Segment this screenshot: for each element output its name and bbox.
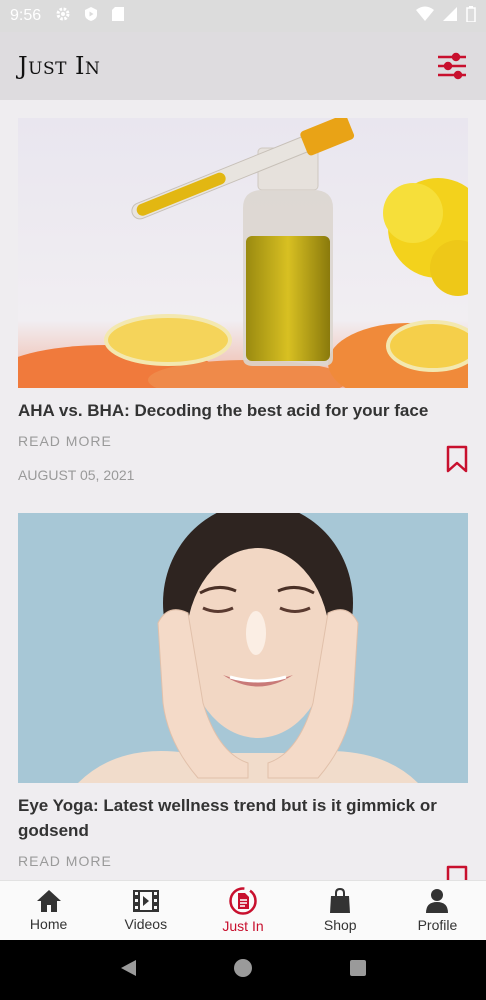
back-triangle-icon [120,959,136,976]
home-button[interactable] [233,958,253,983]
article-title[interactable]: AHA vs. BHA: Decoding the best acid for … [18,398,468,423]
home-circle-icon [233,958,252,977]
sd-card-icon [111,6,125,27]
status-bar: 9:56 [0,0,486,32]
app-bar: Just In [0,32,486,100]
nav-label: Videos [124,916,168,932]
nav-label: Shop [323,917,357,933]
person-icon [426,889,449,913]
battery-icon [466,5,476,27]
page-title: Just In [18,52,101,80]
document-icon [229,887,257,915]
nav-label: Just In [222,918,264,934]
nav-label: Profile [417,917,458,933]
article-title[interactable]: Eye Yoga: Latest wellness trend but is i… [18,793,468,843]
nav-item-home[interactable]: Home [0,881,97,940]
article-image[interactable] [18,513,468,783]
read-more-link[interactable]: READ MORE [18,433,468,449]
bookmark-icon [446,865,468,880]
video-icon [132,890,159,912]
bottom-navigation: Home Videos Just In Shop Profile [0,880,486,940]
play-protect-icon [83,6,99,27]
filter-button[interactable] [436,51,468,81]
home-icon [36,890,61,912]
nav-item-just-in[interactable]: Just In [194,881,291,940]
nav-item-shop[interactable]: Shop [292,881,389,940]
nav-item-profile[interactable]: Profile [389,881,486,940]
filter-sliders-icon [438,52,466,80]
nav-item-videos[interactable]: Videos [97,881,194,940]
bookmark-button[interactable] [446,865,468,880]
recents-square-icon [350,959,367,976]
recents-button[interactable] [348,958,368,983]
back-button[interactable] [118,958,138,983]
bookmark-button[interactable] [446,445,468,473]
nav-label: Home [29,916,68,932]
system-navigation-bar [0,940,486,1000]
status-time: 9:56 [10,7,42,24]
signal-icon [442,6,458,27]
article-card[interactable]: Eye Yoga: Latest wellness trend but is i… [18,513,468,880]
settings-icon [55,6,71,27]
wifi-icon [416,6,434,27]
bookmark-icon [446,445,468,473]
article-feed[interactable]: AHA vs. BHA: Decoding the best acid for … [0,100,486,880]
article-card[interactable]: AHA vs. BHA: Decoding the best acid for … [18,118,468,483]
shopping-bag-icon [330,888,351,913]
article-date: AUGUST 05, 2021 [18,467,135,483]
read-more-link[interactable]: READ MORE [18,853,468,869]
article-image[interactable] [18,118,468,388]
